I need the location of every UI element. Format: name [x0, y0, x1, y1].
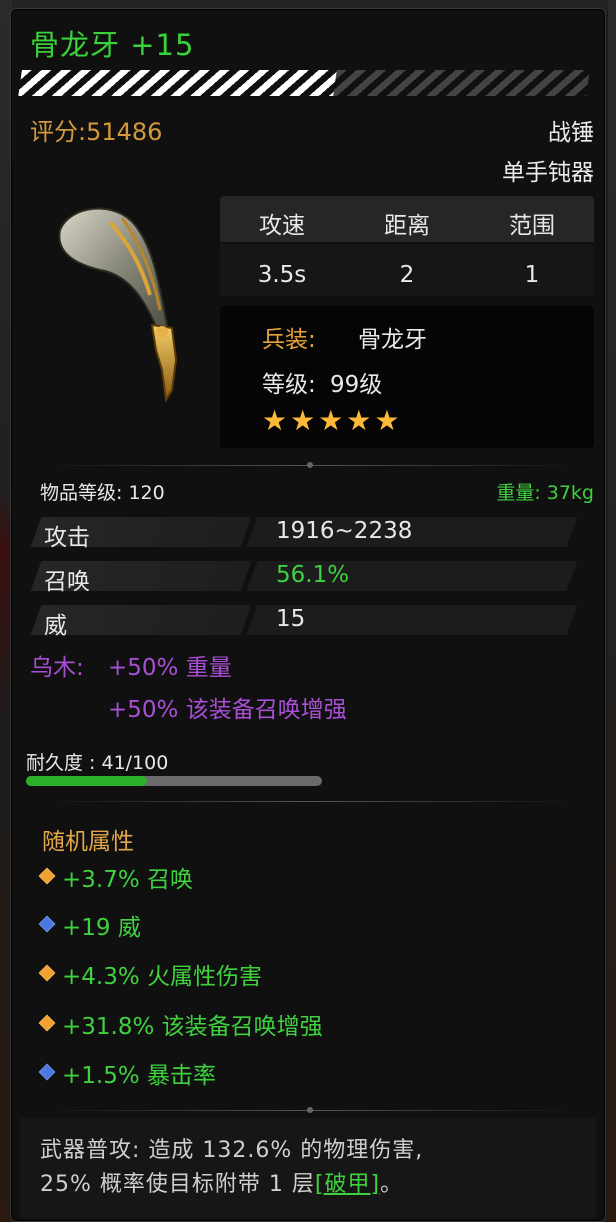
weapon-stat-values: 3.5s 2 1: [220, 244, 594, 296]
random-attr: +4.3% 火属性伤害: [62, 964, 263, 990]
random-attr: +3.7% 召唤: [62, 867, 194, 893]
skill-description-line2: 25% 概率使目标附带 1 层[破甲]。: [40, 1166, 403, 1198]
durability-label: 耐久度 : 41/100: [26, 752, 169, 774]
divider-ornament: [307, 462, 313, 468]
item-level: 物品等级: 120: [40, 482, 165, 504]
soldier-label: 兵装:: [262, 327, 316, 353]
item-weight: 重量: 37kg: [496, 482, 594, 504]
random-attr: +31.8% 该装备召唤增强: [62, 1014, 323, 1040]
level-label: 等级:: [262, 372, 316, 398]
set-bonus-line2: +50% 该装备召唤增强: [108, 697, 347, 723]
divider-ornament: [307, 1107, 313, 1113]
attr-value: 1916~2238: [276, 518, 413, 544]
set-bonus-label: 乌木:: [30, 655, 84, 681]
attr-value: 15: [276, 606, 306, 632]
range-value: 2: [399, 262, 415, 288]
weapon-class: 战锤: [548, 120, 594, 146]
area-header: 范围: [509, 213, 555, 239]
weapon-subclass: 单手钝器: [502, 160, 594, 186]
attr-name: 威: [44, 613, 67, 639]
enhancement-bar-empty: [333, 70, 590, 96]
attack-speed-value: 3.5s: [257, 262, 307, 288]
background-right-edge: [608, 0, 616, 1222]
area-value: 1: [524, 262, 540, 288]
item-name: 骨龙牙 +15: [30, 28, 195, 62]
attack-speed-header: 攻速: [259, 213, 305, 239]
star-rating: ★★★★★: [262, 404, 403, 437]
attr-value: 56.1%: [276, 562, 350, 588]
random-attr: +19 威: [62, 915, 141, 941]
attr-name: 攻击: [44, 525, 90, 551]
attr-name: 召唤: [44, 569, 90, 595]
range-header: 距离: [384, 213, 430, 239]
description-end: 。: [380, 1172, 404, 1197]
random-attributes-title: 随机属性: [42, 829, 134, 855]
skill-description-line1: 武器普攻: 造成 132.6% 的物理伤害,: [40, 1138, 424, 1163]
weapon-stat-header: 攻速 距离 范围: [220, 196, 594, 242]
item-score: 评分:51486: [30, 118, 163, 146]
armor-break-link[interactable]: [破甲]: [315, 1172, 380, 1197]
description-text: 25% 概率使目标附带 1 层: [40, 1172, 315, 1197]
soldier-value: 骨龙牙: [358, 327, 427, 353]
level-value: 99级: [330, 372, 383, 398]
random-attr: +1.5% 暴击率: [62, 1063, 217, 1089]
weapon-icon: [40, 200, 210, 410]
durability-bar-fill: [26, 776, 147, 786]
set-bonus-line1: +50% 重量: [108, 655, 232, 681]
section-divider: [40, 801, 580, 802]
